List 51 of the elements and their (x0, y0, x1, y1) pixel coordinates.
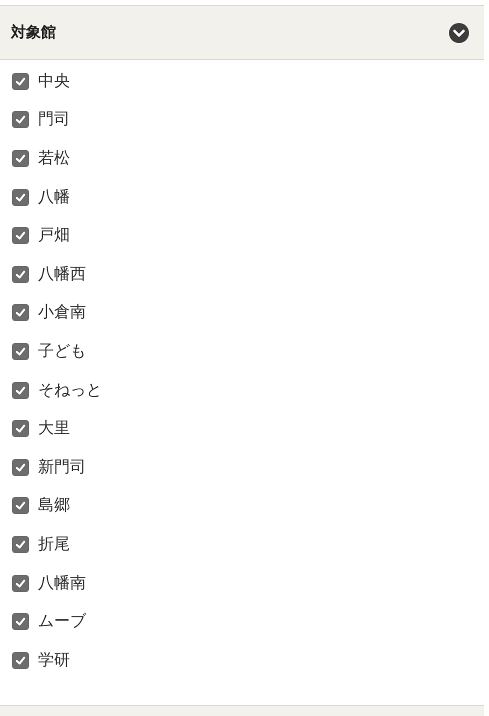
checkbox[interactable] (12, 72, 29, 90)
panel-title: 対象館 (11, 23, 56, 42)
checkbox-label: 若松 (38, 148, 70, 169)
panel-header[interactable]: 対象館 (0, 5, 484, 60)
check-icon (15, 114, 26, 126)
check-icon (15, 346, 26, 357)
chevron-down-icon[interactable] (449, 22, 469, 42)
check-icon (15, 192, 26, 203)
check-icon (15, 423, 26, 434)
checkbox-label: 新門司 (38, 456, 86, 478)
check-icon (15, 462, 26, 473)
checkbox-label: 島郷 (38, 495, 70, 516)
checkbox[interactable] (12, 420, 29, 438)
check-icon (15, 230, 26, 242)
checkbox[interactable] (12, 342, 29, 360)
check-icon (15, 538, 26, 550)
checkbox[interactable] (12, 227, 29, 244)
check-icon (15, 76, 26, 87)
checkbox-label: 子ども (38, 340, 86, 362)
checkbox[interactable] (12, 188, 29, 206)
check-icon (15, 616, 26, 628)
checkbox[interactable] (12, 536, 29, 553)
check-icon (15, 152, 26, 164)
checkbox[interactable] (12, 111, 29, 128)
check-icon (15, 500, 26, 512)
checkbox-label: 中央 (38, 70, 70, 92)
checkbox-label: 折尾 (38, 534, 70, 555)
check-icon (15, 578, 26, 589)
checkbox-label: 大里 (38, 418, 70, 440)
check-icon (15, 307, 26, 318)
checkbox-label: そねっと (38, 380, 102, 401)
checkbox-label: 小倉南 (38, 302, 86, 324)
checkbox[interactable] (12, 497, 29, 514)
checkbox[interactable] (12, 304, 29, 322)
checkbox[interactable] (12, 574, 29, 592)
checkbox[interactable] (12, 150, 29, 167)
checkbox-label: 八幡 (38, 186, 70, 208)
check-icon (15, 384, 26, 396)
checkbox-label: 戸畑 (38, 225, 70, 246)
checkbox[interactable] (12, 266, 29, 283)
checkbox[interactable] (12, 652, 29, 669)
checkbox-label: 八幡西 (38, 264, 86, 285)
checkbox-label: 学研 (38, 650, 70, 671)
checkbox-label: 八幡南 (38, 572, 86, 594)
checkbox[interactable] (12, 382, 29, 399)
checkbox[interactable] (12, 613, 29, 630)
checkbox-label: ムーブ (38, 611, 86, 632)
check-icon (15, 654, 26, 666)
checkbox[interactable] (12, 458, 29, 476)
check-icon (15, 268, 26, 280)
checkbox-label: 門司 (38, 109, 70, 130)
